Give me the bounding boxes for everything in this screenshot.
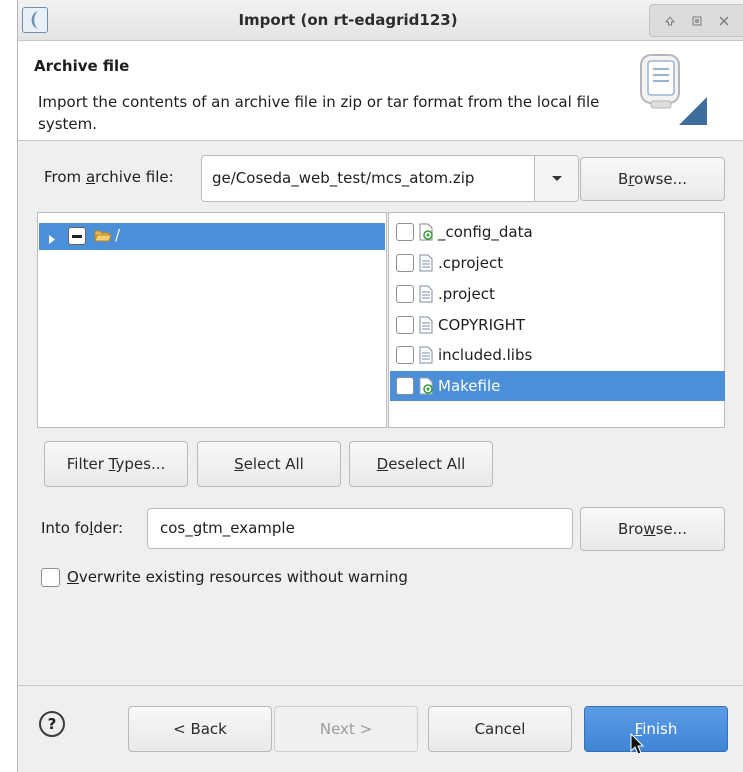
archive-file-combo[interactable]: ge/Coseda_web_test/mcs_atom.zip: [201, 155, 579, 202]
filter-text: Filter: [66, 455, 109, 473]
help-button[interactable]: ?: [39, 711, 65, 737]
file-checkbox[interactable]: [396, 346, 414, 364]
browse-folder-mnemonic: w: [643, 520, 656, 538]
text-file-icon: [418, 346, 434, 364]
expand-arrow-icon[interactable]: [48, 231, 56, 249]
file-name: included.libs: [438, 346, 533, 364]
maximize-icon[interactable]: [689, 13, 705, 29]
folder-config-icon: [418, 223, 434, 241]
chevron-down-icon[interactable]: [534, 156, 578, 201]
finish-button[interactable]: Finish: [584, 706, 728, 752]
file-list[interactable]: _config_data .cproject .project COPYRIGH…: [388, 212, 725, 428]
text-file-icon: [418, 316, 434, 334]
archive-file-label: From archive file:: [44, 168, 174, 186]
cancel-button[interactable]: Cancel: [428, 706, 572, 752]
text-file-icon: [418, 285, 434, 303]
into-folder-label: Into folder:: [41, 519, 123, 537]
file-name: .cproject: [438, 254, 504, 272]
into-label-text-rest: der:: [93, 519, 124, 537]
list-item[interactable]: _config_data: [390, 217, 725, 247]
tristate-checkbox[interactable]: [68, 227, 86, 245]
next-button[interactable]: Next >: [274, 706, 418, 752]
window-up-icon[interactable]: [662, 13, 678, 29]
archive-label-mnemonic: a: [85, 168, 96, 186]
list-item[interactable]: .project: [390, 279, 725, 309]
overwrite-text: verwrite existing resources without warn…: [78, 568, 408, 586]
select-all-text: elect All: [243, 455, 304, 473]
file-checkbox[interactable]: [396, 254, 414, 272]
browse-folder-text-rest: se...: [655, 520, 687, 538]
list-item[interactable]: included.libs: [390, 340, 725, 370]
footer-separator: [18, 685, 743, 686]
title-bar[interactable]: Import (on rt-edagrid123): [18, 0, 743, 41]
window-controls: [649, 4, 743, 37]
window-title: Import (on rt-edagrid123): [238, 11, 458, 29]
archive-label-text: From: [44, 168, 86, 186]
file-name: COPYRIGHT: [438, 316, 526, 334]
deselect-all-button[interactable]: Deselect All: [349, 441, 493, 487]
import-dialog: Import (on rt-edagrid123) Archive file I…: [17, 0, 743, 772]
file-name: .project: [438, 285, 495, 303]
overwrite-label: Overwrite existing resources without war…: [67, 568, 408, 586]
filter-types-button[interactable]: Filter Types...: [44, 441, 188, 487]
filter-mnemonic: T: [108, 455, 116, 473]
page-description: Import the contents of an archive file i…: [38, 93, 600, 133]
back-button[interactable]: < Back: [128, 706, 272, 752]
overwrite-mnemonic: O: [67, 568, 79, 586]
into-label-text: Into fo: [41, 519, 90, 537]
file-name: _config_data: [438, 223, 533, 241]
into-folder-input[interactable]: cos_gtm_example: [147, 508, 573, 549]
tree-item-label: /: [115, 226, 121, 244]
list-item-selected[interactable]: Makefile: [390, 371, 725, 401]
file-checkbox[interactable]: [396, 377, 414, 395]
overwrite-option[interactable]: Overwrite existing resources without war…: [41, 565, 408, 589]
select-all-button[interactable]: Select All: [197, 441, 341, 487]
wizard-header: Archive file Import the contents of an a…: [18, 41, 743, 141]
browse-archive-text-rest: owse...: [634, 170, 687, 188]
tree-item-root[interactable]: /: [39, 223, 385, 250]
page-title: Archive file: [34, 57, 130, 75]
browse-folder-button[interactable]: Browse...: [580, 507, 725, 551]
list-item[interactable]: .cproject: [390, 248, 725, 278]
deselect-all-text: eselect All: [388, 455, 466, 473]
file-name: Makefile: [438, 377, 501, 395]
overwrite-checkbox[interactable]: [41, 567, 60, 587]
archive-file-value[interactable]: ge/Coseda_web_test/mcs_atom.zip: [212, 156, 474, 201]
finish-text: inish: [642, 720, 678, 738]
browse-archive-text: B: [618, 170, 629, 188]
browse-folder-text: Bro: [618, 520, 644, 538]
mouse-pointer-icon: [630, 732, 646, 761]
file-checkbox[interactable]: [396, 316, 414, 334]
file-checkbox[interactable]: [396, 223, 414, 241]
makefile-icon: [418, 377, 434, 395]
select-all-mnemonic: S: [234, 455, 244, 473]
into-folder-value[interactable]: cos_gtm_example: [160, 509, 295, 548]
app-icon: [22, 7, 48, 33]
deselect-all-mnemonic: D: [376, 455, 389, 473]
close-icon[interactable]: [716, 13, 732, 29]
archive-label-text-rest: rchive file:: [95, 168, 174, 186]
browse-archive-button[interactable]: Browse...: [580, 157, 725, 201]
text-file-icon: [418, 254, 434, 272]
list-item[interactable]: COPYRIGHT: [390, 310, 725, 340]
archive-import-icon: [635, 51, 711, 127]
open-folder-icon: [94, 228, 112, 248]
folder-tree[interactable]: /: [37, 212, 387, 428]
filter-text-rest: ypes...: [115, 455, 166, 473]
file-checkbox[interactable]: [396, 285, 414, 303]
